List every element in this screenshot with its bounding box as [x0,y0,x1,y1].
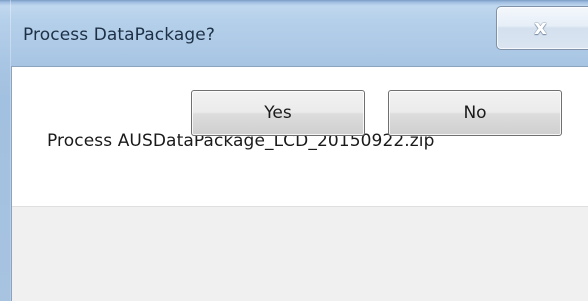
close-icon: x [534,15,547,39]
dialog-window: Process DataPackage? x Process AUSDataPa… [0,0,588,301]
button-bar [12,206,588,301]
yes-button[interactable]: Yes [191,90,365,136]
window-title: Process DataPackage? [23,25,215,45]
message-area: Process AUSDataPackage_LCD_20150922.zip [12,67,588,206]
close-button[interactable]: x [496,6,588,50]
no-button[interactable]: No [388,90,562,136]
